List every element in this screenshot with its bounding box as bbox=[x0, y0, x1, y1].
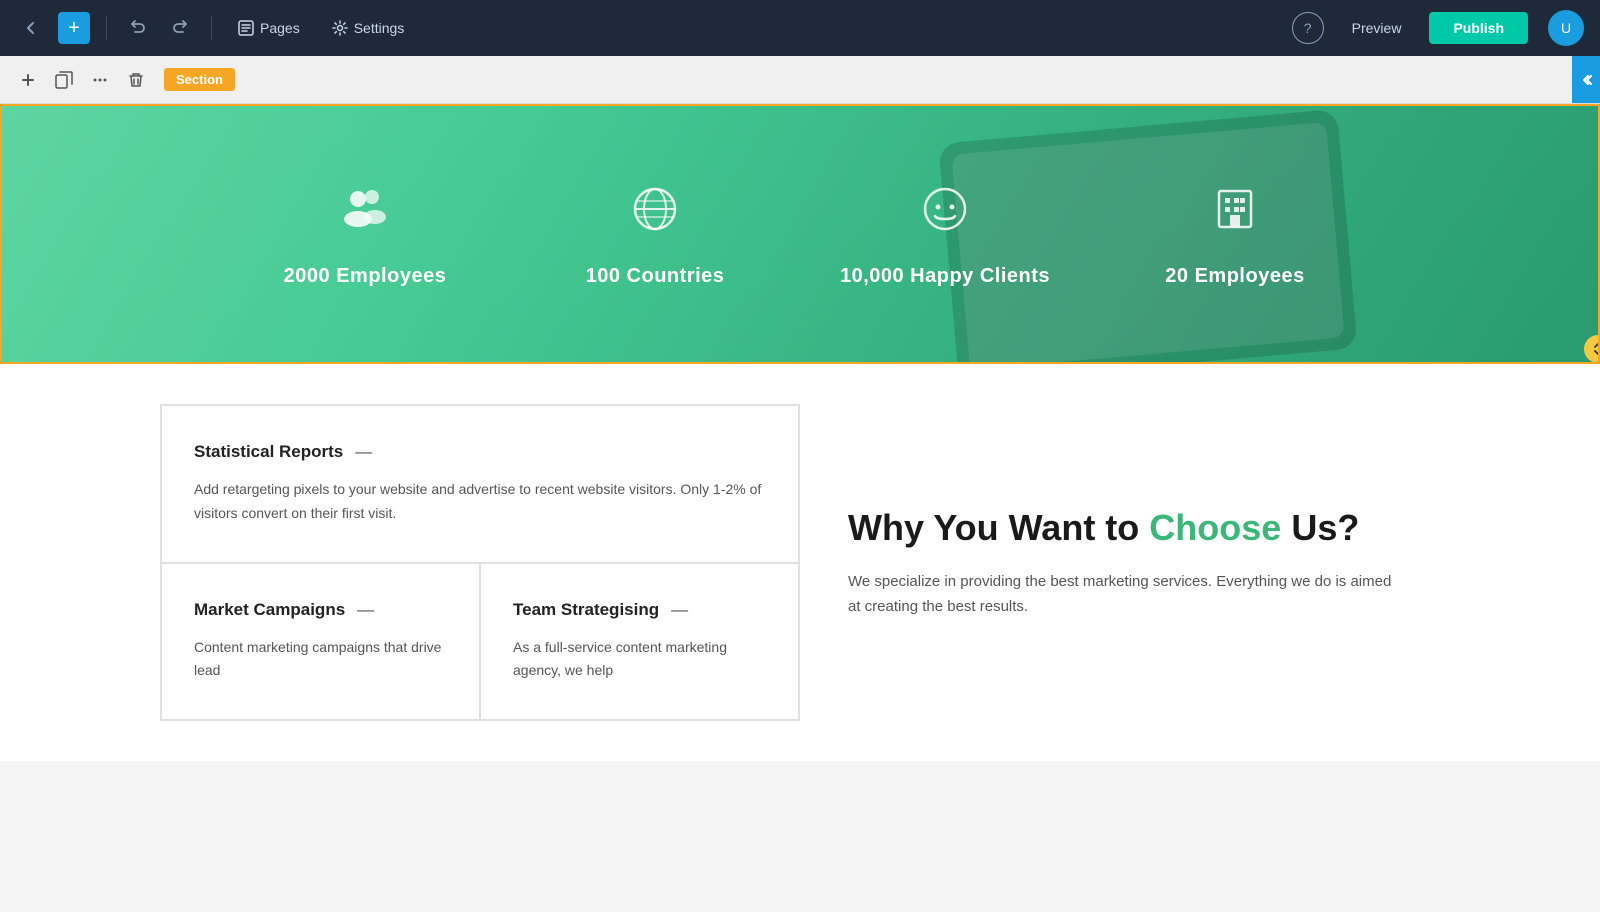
section-toolbar: Section bbox=[0, 56, 1600, 104]
section-options-button[interactable] bbox=[84, 64, 116, 96]
back-button[interactable] bbox=[16, 13, 46, 43]
publish-button[interactable]: Publish bbox=[1429, 12, 1528, 44]
stat-countries-label: 100 Countries bbox=[586, 265, 725, 288]
why-title-part1: Why You Want to bbox=[848, 507, 1149, 548]
countries-icon bbox=[627, 181, 683, 249]
card-title-team: Team Strategising — bbox=[513, 600, 766, 620]
card-statistical-reports: Statistical Reports — Add retargeting pi… bbox=[161, 405, 799, 563]
settings-button[interactable]: Settings bbox=[322, 14, 415, 42]
duplicate-section-button[interactable] bbox=[48, 64, 80, 96]
why-title: Why You Want to Choose Us? bbox=[848, 506, 1392, 549]
stat-offices-label: 20 Employees bbox=[1165, 265, 1304, 288]
stat-offices: 20 Employees bbox=[1090, 171, 1380, 298]
undo-button[interactable] bbox=[123, 11, 153, 46]
why-title-part2: Us? bbox=[1281, 507, 1359, 548]
avatar[interactable]: U bbox=[1548, 10, 1584, 46]
stat-employees-label: 2000 Employees bbox=[284, 265, 447, 288]
card-title-text: Statistical Reports bbox=[194, 442, 343, 462]
nav-divider-2 bbox=[211, 16, 212, 40]
card-market-campaigns: Market Campaigns — Content marketing cam… bbox=[161, 563, 480, 721]
section-label-badge: Section bbox=[164, 68, 235, 91]
stat-countries: 100 Countries bbox=[510, 171, 800, 298]
card-title-market-text: Market Campaigns bbox=[194, 600, 345, 620]
stat-clients: 10,000 Happy Clients bbox=[800, 171, 1090, 298]
add-element-button[interactable]: + bbox=[58, 12, 90, 44]
help-button[interactable]: ? bbox=[1292, 12, 1324, 44]
collapse-panel-button[interactable] bbox=[1572, 56, 1600, 103]
card-team-body: As a full-service content marketing agen… bbox=[513, 636, 766, 684]
why-body-text: We specialize in providing the best mark… bbox=[848, 569, 1392, 620]
why-choose-us-section: Why You Want to Choose Us? We specialize… bbox=[800, 404, 1440, 721]
card-title-team-text: Team Strategising bbox=[513, 600, 659, 620]
card-title-market-dash: — bbox=[357, 600, 374, 620]
navbar: + Pages Settings ? Preview Publish U bbox=[0, 0, 1600, 56]
nav-divider bbox=[106, 16, 107, 40]
content-section: Statistical Reports — Add retargeting pi… bbox=[0, 364, 1600, 761]
card-body-text: Add retargeting pixels to your website a… bbox=[194, 478, 766, 526]
delete-section-button[interactable] bbox=[120, 64, 152, 96]
stats-section: 2000 Employees 100 Countries bbox=[0, 104, 1600, 364]
stat-clients-label: 10,000 Happy Clients bbox=[840, 265, 1050, 288]
add-section-button[interactable] bbox=[12, 64, 44, 96]
preview-button[interactable]: Preview bbox=[1336, 12, 1418, 44]
stats-grid: 2000 Employees 100 Countries bbox=[200, 131, 1400, 338]
employees-icon bbox=[337, 181, 393, 249]
redo-button[interactable] bbox=[165, 11, 195, 46]
card-team-strategising: Team Strategising — As a full-service co… bbox=[480, 563, 799, 721]
stat-employees: 2000 Employees bbox=[220, 171, 510, 298]
cards-grid: Statistical Reports — Add retargeting pi… bbox=[160, 404, 800, 721]
card-title: Statistical Reports — bbox=[194, 442, 766, 462]
card-market-body: Content marketing campaigns that drive l… bbox=[194, 636, 447, 684]
card-title-market: Market Campaigns — bbox=[194, 600, 447, 620]
offices-icon bbox=[1207, 181, 1263, 249]
card-title-team-dash: — bbox=[671, 600, 688, 620]
card-title-dash: — bbox=[355, 442, 372, 462]
clients-icon bbox=[917, 181, 973, 249]
pages-button[interactable]: Pages bbox=[228, 14, 310, 42]
why-title-highlight: Choose bbox=[1149, 507, 1281, 548]
